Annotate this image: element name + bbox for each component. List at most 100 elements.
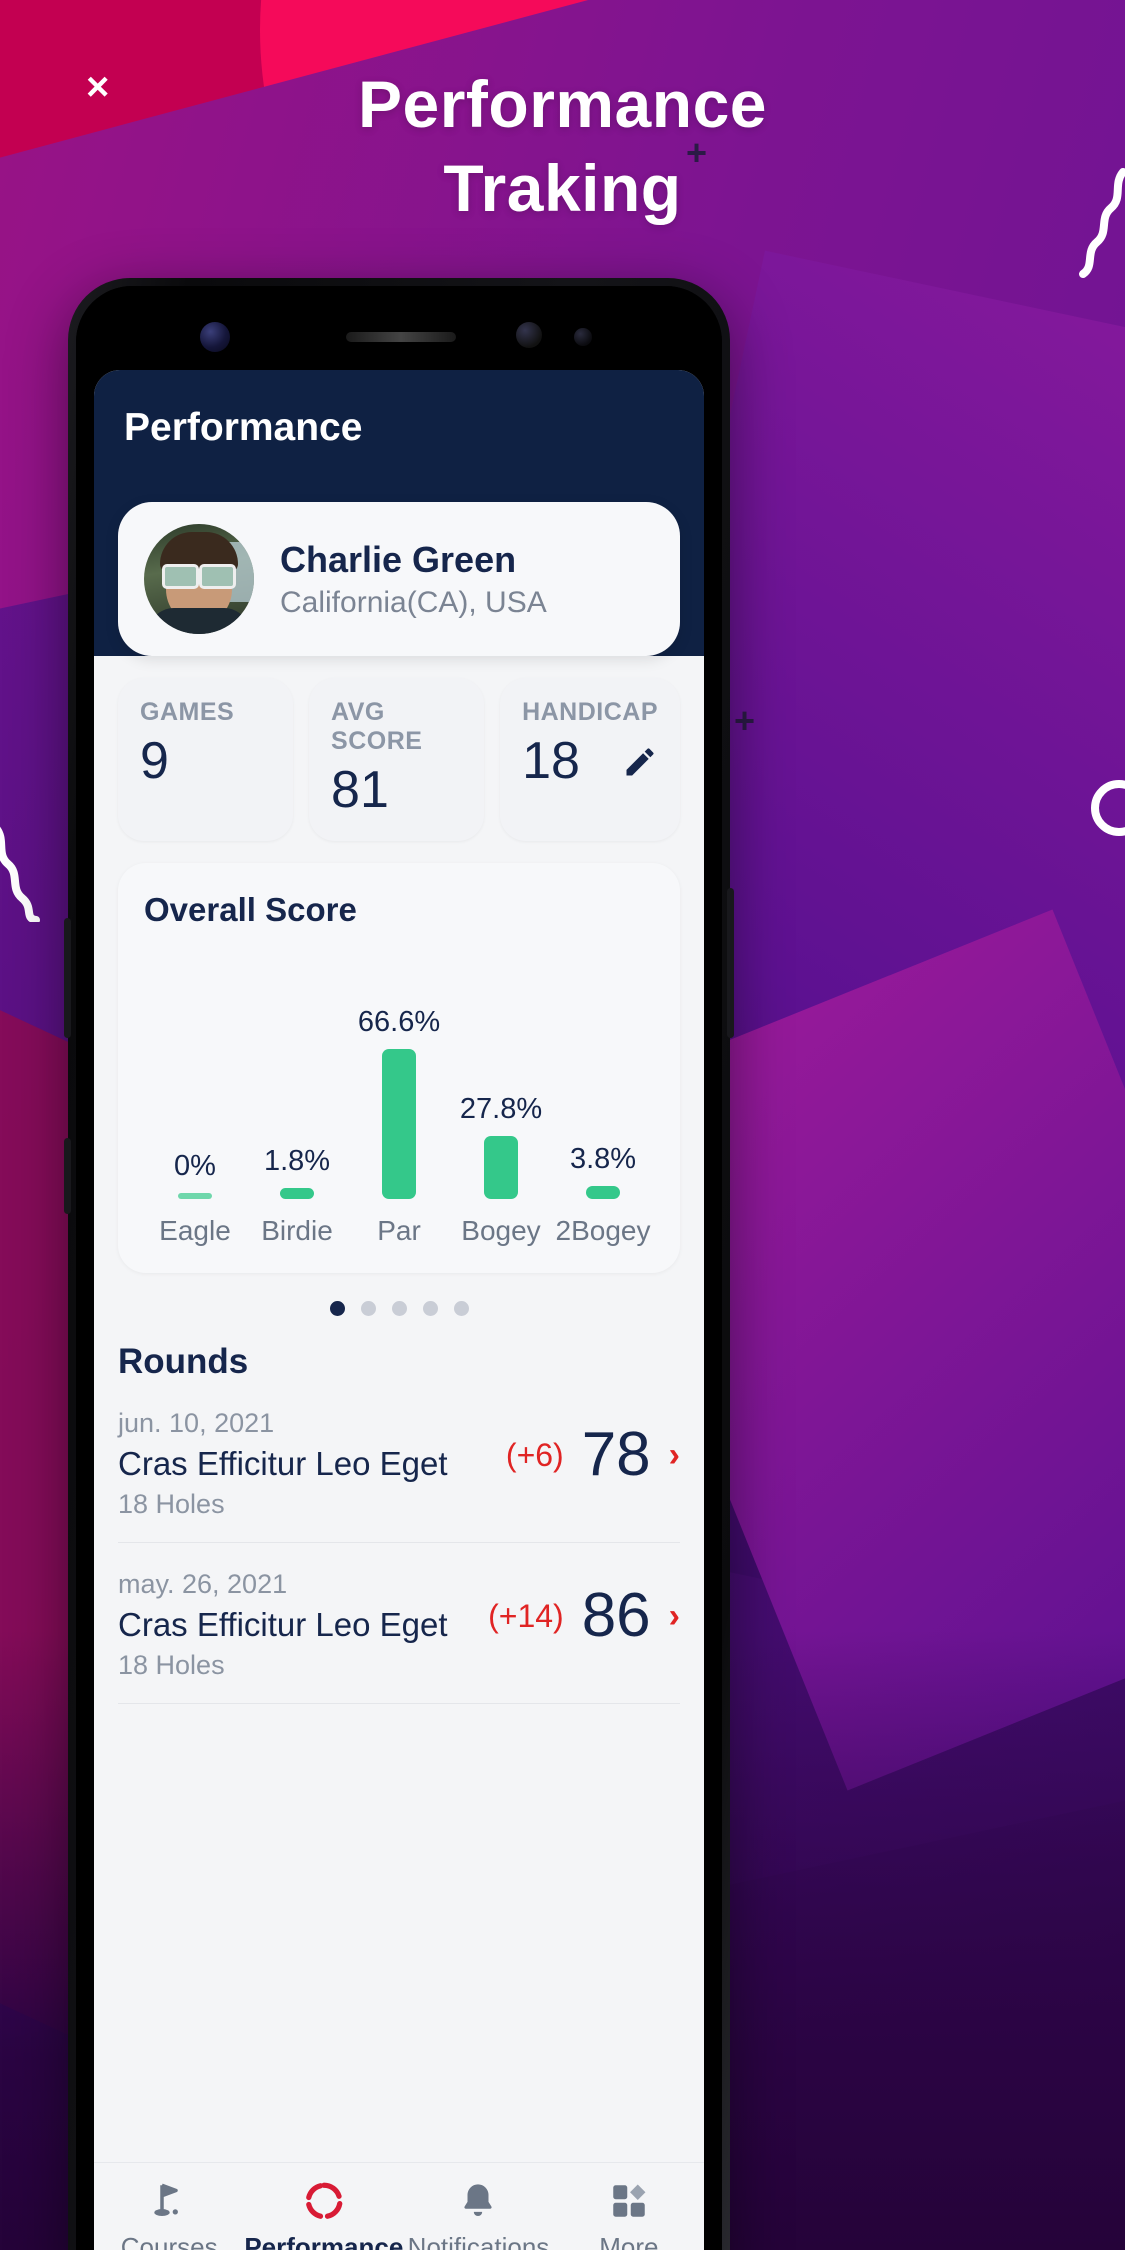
golf-flag-icon — [154, 2183, 179, 2217]
round-row[interactable]: jun. 10, 2021 Cras Efficitur Leo Eget 18… — [118, 1382, 680, 1544]
chart-bar-value: 3.8% — [569, 1143, 637, 1176]
nav-label: Performance — [244, 2232, 404, 2250]
profile-text: Charlie Green California(CA), USA — [280, 538, 547, 619]
phone-screen-frame: Performance Charlie Green California(CA)… — [76, 286, 722, 2250]
stat-value: 9 — [140, 732, 169, 790]
round-row[interactable]: may. 26, 2021 Cras Efficitur Leo Eget 18… — [118, 1543, 680, 1705]
round-score: 86 — [581, 1581, 651, 1651]
target-ring-icon — [305, 2182, 343, 2219]
chart-bar-label: 2Bogey — [555, 1215, 651, 1247]
chart-bar-group[interactable]: 66.6% Par — [351, 947, 448, 1247]
chart-bar-group[interactable]: 27.8% Bogey — [453, 947, 550, 1247]
stat-card-handicap[interactable]: HANDICAP 18 — [500, 678, 681, 842]
nav-label: Courses — [120, 2232, 218, 2250]
carousel-dot-3[interactable] — [391, 1301, 407, 1317]
rounds-title: Rounds — [118, 1342, 249, 1382]
profile-card[interactable]: Charlie Green California(CA), USA — [118, 502, 680, 656]
chart-bar-value: 1.8% — [263, 1145, 331, 1178]
chevron-right-icon[interactable]: › — [669, 1436, 680, 1475]
stats-row: GAMES 9 AVG SCORE 81 HANDICAP 18 — [94, 656, 704, 842]
earpiece-speaker-icon — [346, 332, 456, 342]
chart-bar — [279, 1188, 314, 1200]
stat-value: 18 — [522, 732, 580, 790]
round-holes: 18 Holes — [118, 1650, 225, 1681]
chart-bar-group[interactable]: 0% Eagle — [147, 947, 244, 1247]
round-score-group: (+14) 86 › — [488, 1569, 680, 1647]
stat-card-games[interactable]: GAMES 9 — [118, 678, 294, 842]
phone-volume-up-button[interactable] — [64, 918, 71, 1038]
app-screen: Performance Charlie Green California(CA)… — [94, 370, 704, 2250]
avatar-sunglasses-icon — [162, 564, 236, 589]
stat-value-row: 9 — [140, 732, 271, 790]
stat-value-row: 18 — [522, 732, 658, 790]
page-title: Performance — [124, 406, 363, 449]
edit-pencil-icon[interactable] — [622, 744, 658, 780]
round-score-group: (+6) 78 › — [506, 1408, 680, 1486]
app-header: Performance — [94, 370, 704, 502]
chart-bar-value: 66.6% — [357, 1006, 441, 1039]
bottom-navigation: Courses Performance Notifications More — [94, 2162, 704, 2250]
stat-value: 81 — [331, 761, 389, 819]
phone-top-bezel — [76, 286, 722, 370]
avatar[interactable] — [144, 524, 254, 634]
profile-location: California(CA), USA — [280, 585, 547, 619]
phone-power-button[interactable] — [727, 888, 734, 1038]
stat-label: HANDICAP — [522, 698, 659, 726]
chart-bar-label: Birdie — [261, 1215, 333, 1247]
round-differential: (+6) — [505, 1436, 564, 1473]
promo-headline-line2: Traking — [443, 151, 682, 226]
chevron-right-icon[interactable]: › — [669, 1597, 680, 1636]
carousel-dot-5[interactable] — [453, 1301, 469, 1317]
round-holes: 18 Holes — [118, 1489, 225, 1520]
carousel-dot-2[interactable] — [360, 1301, 376, 1317]
nav-item-more[interactable]: More — [554, 2180, 704, 2250]
phone-mockup: Performance Charlie Green California(CA)… — [64, 278, 734, 2250]
profile-card-wrapper: Charlie Green California(CA), USA — [94, 502, 704, 656]
promo-headline-line1: Performance — [357, 67, 767, 141]
nav-item-notifications[interactable]: Notifications — [403, 2180, 553, 2250]
chart-bar — [381, 1049, 416, 1200]
stat-label: AVG SCORE — [331, 698, 423, 755]
phone-volume-down-button[interactable] — [64, 1138, 71, 1214]
overall-score-card: Overall Score 0% Eagle 1.8% Birdie 66.6% — [118, 863, 680, 1274]
overall-score-title: Overall Score — [144, 891, 357, 929]
chart-bar — [585, 1186, 620, 1200]
round-score: 78 — [581, 1420, 651, 1490]
nav-item-courses[interactable]: Courses — [94, 2180, 244, 2250]
chart-bar-value: 27.8% — [459, 1093, 543, 1126]
chart-bar-label: Par — [377, 1215, 421, 1247]
carousel-dot-4[interactable] — [422, 1301, 438, 1317]
proximity-sensor-icon — [574, 328, 592, 346]
chart-bar — [177, 1193, 212, 1200]
round-differential: (+14) — [488, 1597, 564, 1634]
rounds-section: Rounds jun. 10, 2021 Cras Efficitur Leo … — [94, 1316, 704, 1705]
nav-label: Notifications — [407, 2232, 550, 2250]
score-distribution-chart: 0% Eagle 1.8% Birdie 66.6% Par 27.8% Bog… — [144, 947, 654, 1247]
round-info: may. 26, 2021 Cras Efficitur Leo Eget 18… — [118, 1569, 488, 1681]
stat-label: GAMES — [140, 698, 235, 726]
chart-bar-label: Bogey — [461, 1215, 541, 1247]
stat-value-row: 81 — [331, 761, 462, 819]
grid-icon — [613, 2184, 646, 2217]
round-info: jun. 10, 2021 Cras Efficitur Leo Eget 18… — [118, 1408, 506, 1520]
stat-card-avg-score[interactable]: AVG SCORE 81 — [309, 678, 485, 842]
chart-bar-group[interactable]: 3.8% 2Bogey — [555, 947, 652, 1247]
profile-name: Charlie Green — [280, 539, 517, 581]
round-date: jun. 10, 2021 — [118, 1408, 275, 1439]
chart-bar-value: 0% — [174, 1150, 216, 1183]
carousel-dot-1[interactable] — [329, 1301, 345, 1317]
promo-headline: Performance Traking — [0, 62, 1125, 231]
chart-bar-label: Eagle — [159, 1215, 231, 1247]
front-camera-icon — [200, 322, 230, 352]
decor-plus-icon-mid: + — [734, 700, 756, 741]
chart-bar — [483, 1136, 518, 1200]
chart-bar-group[interactable]: 1.8% Birdie — [249, 947, 346, 1247]
bell-icon — [464, 2184, 493, 2217]
round-name: Cras Efficitur Leo Eget — [118, 1445, 448, 1483]
carousel-pagination[interactable] — [94, 1301, 704, 1317]
iris-sensor-icon — [516, 322, 542, 348]
avatar-shirt — [148, 608, 250, 634]
round-name: Cras Efficitur Leo Eget — [118, 1606, 448, 1644]
nav-item-performance[interactable]: Performance — [244, 2180, 403, 2250]
round-date: may. 26, 2021 — [118, 1569, 288, 1600]
